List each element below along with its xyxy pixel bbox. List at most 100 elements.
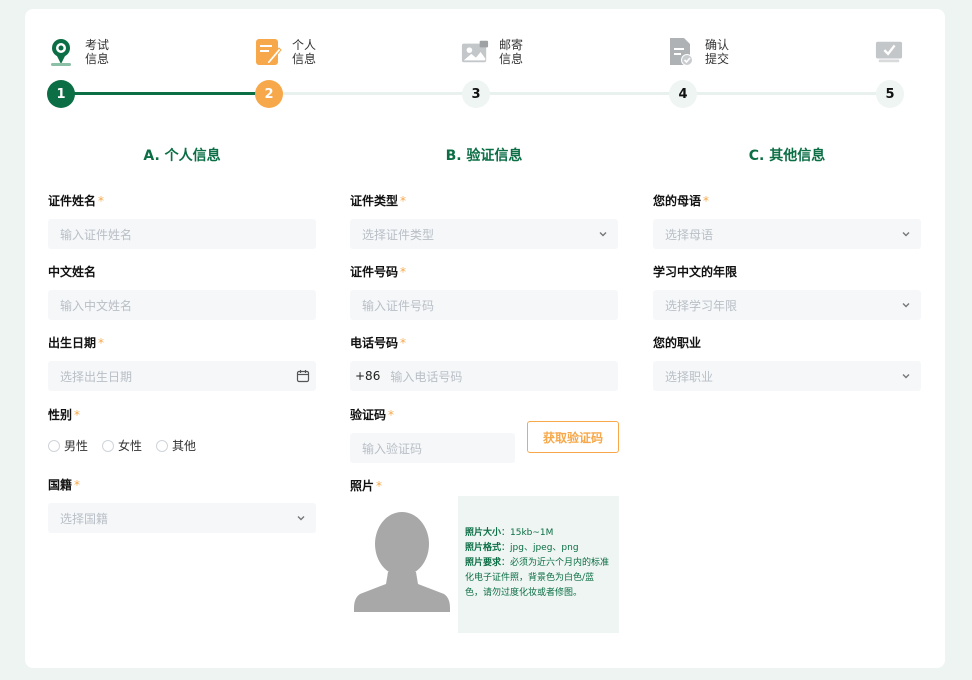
step-dot-2[interactable]: 2 [255, 80, 283, 108]
step-label: 邮寄 [499, 38, 524, 52]
gender-female-radio[interactable]: 女性 [102, 437, 142, 454]
document-check-icon [667, 37, 695, 67]
step-personal-info[interactable]: 个人 信息 [254, 37, 316, 67]
gender-other-radio[interactable]: 其他 [156, 437, 196, 454]
required-mark: * [388, 408, 395, 422]
other-info-section: C. 其他信息 您的母语 * 选择母语 学习中文的年限 选择学习年限 您的职业 选… [653, 145, 921, 391]
step-dot-1[interactable]: 1 [47, 80, 75, 108]
required-mark: * [400, 336, 407, 350]
step-label: 考试 [85, 38, 110, 52]
progress-fill [61, 92, 269, 95]
required-mark: * [400, 194, 407, 208]
occupation-select[interactable]: 选择职业 [653, 361, 921, 391]
chevron-down-icon [901, 299, 911, 313]
step-confirm-submit[interactable]: 确认 提交 [667, 37, 729, 67]
step-label: 个人 [292, 38, 317, 52]
photo-size-value: ：15kb~1M [501, 528, 554, 538]
photo-format-value: ：jpg、jpeg、png [501, 543, 579, 553]
id-type-select[interactable]: 选择证件类型 [350, 219, 618, 249]
chevron-down-icon [901, 228, 911, 242]
phone-prefix[interactable]: +86 [355, 369, 380, 383]
gender-radio-group: 男性 女性 其他 [48, 437, 196, 454]
step-exam-info[interactable]: 考试 信息 [47, 37, 109, 67]
edit-note-icon [254, 37, 282, 67]
birth-date-field: 出生日期 * 选择出生日期 [48, 335, 316, 391]
photo-size-label: 照片大小 [465, 528, 502, 538]
nationality-select[interactable]: 选择国籍 [48, 503, 316, 533]
gender-field: 性别 * 男性 女性 其他 [48, 407, 316, 453]
phone-field: 电话号码 * +86 输入电话号码 [350, 335, 618, 391]
field-label: 验证码 [350, 408, 387, 422]
personal-info-section: A. 个人信息 证件姓名 * 输入证件姓名 中文姓名 输入中文姓名 出生日期 * 选… [48, 145, 316, 533]
calendar-icon[interactable] [296, 369, 310, 386]
field-label: 中文姓名 [48, 265, 97, 279]
section-title: B. 验证信息 [445, 148, 523, 164]
required-mark: * [400, 265, 407, 279]
required-mark: * [98, 336, 105, 350]
radio-label: 男性 [64, 439, 89, 453]
required-mark: * [376, 479, 383, 493]
step-finish[interactable] [875, 37, 903, 67]
id-number-input[interactable]: 输入证件号码 [350, 290, 618, 320]
section-title: C. 其他信息 [748, 148, 826, 164]
input-placeholder: 选择出生日期 [60, 369, 133, 384]
field-label: 证件类型 [350, 194, 399, 208]
id-name-input[interactable]: 输入证件姓名 [48, 219, 316, 249]
step-mail-info[interactable]: 邮寄 信息 [461, 37, 523, 67]
chinese-name-input[interactable]: 输入中文姓名 [48, 290, 316, 320]
verification-section: B. 验证信息 证件类型 * 选择证件类型 证件号码 * 输入证件号码 电话号码 * … [350, 145, 619, 633]
chevron-down-icon [901, 370, 911, 384]
image-card-icon [461, 37, 489, 67]
input-placeholder: 选择母语 [665, 227, 714, 242]
required-mark: * [74, 478, 81, 492]
radio-circle[interactable] [156, 439, 169, 452]
id-number-field: 证件号码 * 输入证件号码 [350, 264, 618, 320]
birth-date-picker[interactable]: 选择出生日期 [48, 361, 316, 391]
verify-code-field: 验证码 * 输入验证码 获取验证码 [350, 407, 619, 463]
input-placeholder: 选择职业 [665, 369, 714, 384]
radio-circle[interactable] [48, 439, 60, 452]
photo-upload-avatar[interactable] [352, 512, 452, 615]
phone-input[interactable]: +86 输入电话号码 [350, 361, 618, 391]
chevron-down-icon [598, 228, 608, 242]
radio-circle[interactable] [102, 439, 115, 452]
id-name-field: 证件姓名 * 输入证件姓名 [48, 193, 316, 249]
step-label: 信息 [292, 52, 317, 66]
get-code-button[interactable]: 获取验证码 [527, 421, 619, 453]
field-label: 出生日期 [48, 336, 97, 350]
person-silhouette-icon [354, 512, 450, 612]
native-language-select[interactable]: 选择母语 [653, 219, 921, 249]
occupation-field: 您的职业 选择职业 [653, 335, 921, 391]
radio-label: 女性 [118, 439, 143, 453]
step-label: 确认 [705, 38, 730, 52]
field-label: 电话号码 [350, 336, 399, 350]
field-label: 证件号码 [350, 265, 399, 279]
field-label: 性别 [48, 408, 73, 422]
input-placeholder: 输入中文姓名 [60, 298, 133, 313]
field-label: 您的职业 [653, 336, 702, 350]
input-placeholder: 输入验证码 [362, 441, 423, 456]
input-placeholder: 选择学习年限 [665, 298, 738, 313]
study-years-select[interactable]: 选择学习年限 [653, 290, 921, 320]
step-dot-4[interactable]: 4 [669, 80, 697, 108]
id-type-field: 证件类型 * 选择证件类型 [350, 193, 618, 249]
step-dot-3[interactable]: 3 [462, 80, 490, 108]
chevron-down-icon [296, 512, 306, 526]
chinese-name-field: 中文姓名 输入中文姓名 [48, 264, 316, 320]
monitor-check-icon [875, 37, 903, 67]
nationality-field: 国籍 * 选择国籍 [48, 477, 316, 533]
step-label: 提交 [705, 52, 730, 66]
field-label: 证件姓名 [48, 194, 97, 208]
registration-card: 考试 信息 个人 信息 邮寄 信息 确认 提交 1 2 3 4 5 A. 个人信… [25, 9, 945, 668]
location-pin-icon [47, 37, 75, 67]
required-mark: * [703, 194, 710, 208]
verify-code-input[interactable]: 输入验证码 [350, 433, 515, 463]
required-mark: * [74, 408, 81, 422]
gender-male-radio[interactable]: 男性 [48, 437, 88, 454]
photo-format-label: 照片格式 [465, 543, 502, 553]
section-title: A. 个人信息 [143, 148, 221, 164]
photo-field: 照片 * 照片大小：15kb~1M 照片格式：jpg、jpeg、png 照片要求：… [350, 478, 619, 633]
input-placeholder: 选择证件类型 [362, 227, 435, 242]
study-years-field: 学习中文的年限 选择学习年限 [653, 264, 921, 320]
step-dot-5[interactable]: 5 [876, 80, 904, 108]
